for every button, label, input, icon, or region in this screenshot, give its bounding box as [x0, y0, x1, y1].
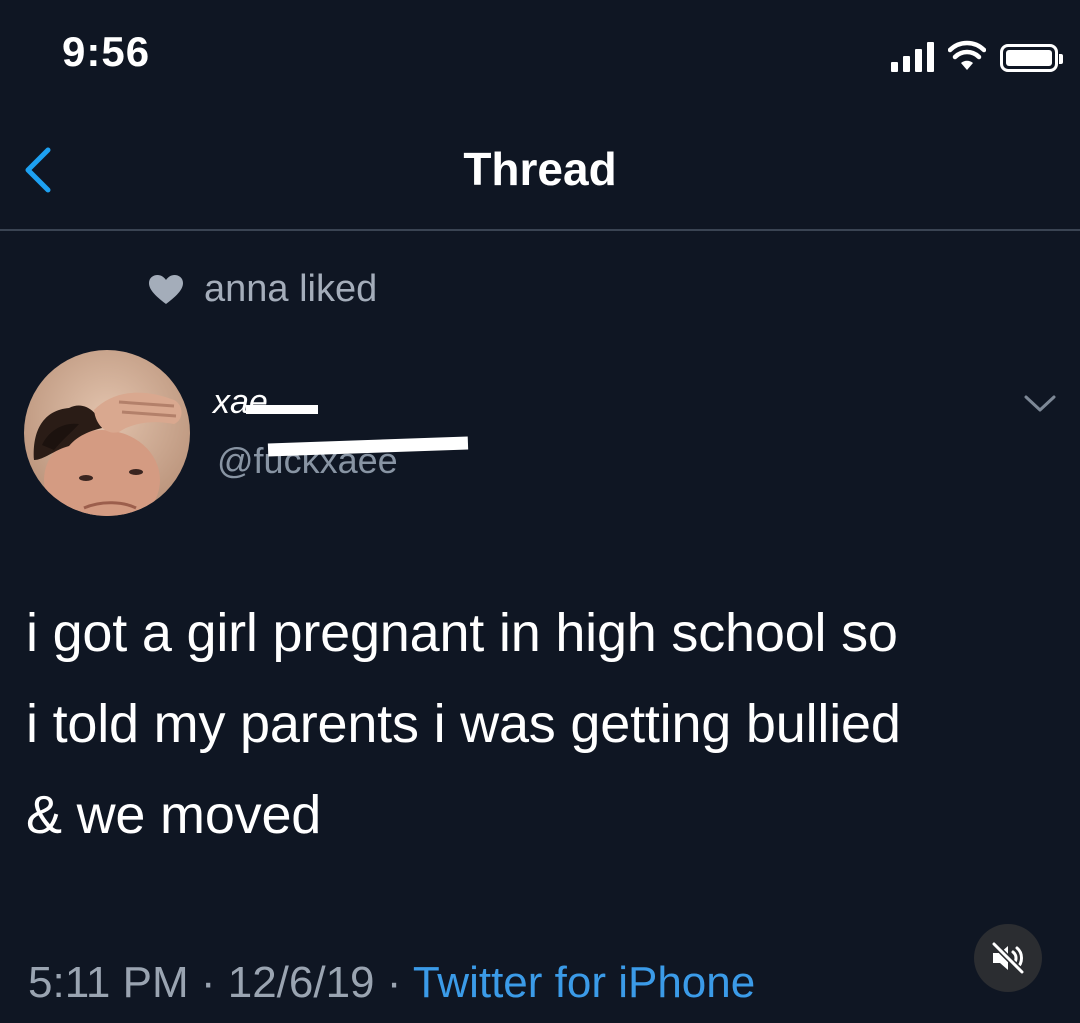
page-title: Thread	[463, 143, 617, 195]
battery-icon	[1000, 44, 1063, 72]
liked-by-text: anna liked	[204, 268, 378, 310]
tweet-line: i told my parents i was getting bullied	[26, 694, 901, 754]
chevron-down-icon[interactable]	[1022, 392, 1058, 416]
tweet-line: i got a girl pregnant in high school so	[26, 603, 898, 663]
tweet-date: 12/6/19	[227, 958, 375, 1007]
muted-speaker-icon	[991, 942, 1025, 974]
wifi-icon	[948, 40, 986, 70]
status-time: 9:56	[62, 28, 151, 75]
mute-button[interactable]	[974, 924, 1042, 992]
tweet-time: 5:11 PM	[28, 958, 189, 1007]
meta-separator: ·	[188, 958, 228, 1007]
signal-icon	[891, 40, 934, 72]
tweet-line: & we moved	[26, 785, 322, 845]
status-icons	[891, 36, 1063, 72]
tweet-meta: 5:11 PM · 12/6/19 · Twitter for iPhone	[28, 958, 755, 1008]
header-divider	[0, 229, 1080, 231]
social-context[interactable]: anna liked	[148, 268, 377, 311]
tweet-source-link[interactable]: Twitter for iPhone	[413, 958, 755, 1007]
tweet-thread-screen: 9:56 Thread anna liked xae @fuckxaee i g…	[0, 0, 1080, 1023]
heart-icon	[149, 274, 183, 304]
author-name[interactable]: xae	[213, 383, 268, 422]
name-redaction	[246, 405, 318, 414]
tweet-text: i got a girl pregnant in high school so …	[26, 588, 1066, 861]
avatar[interactable]	[24, 350, 190, 516]
meta-separator: ·	[374, 958, 413, 1007]
